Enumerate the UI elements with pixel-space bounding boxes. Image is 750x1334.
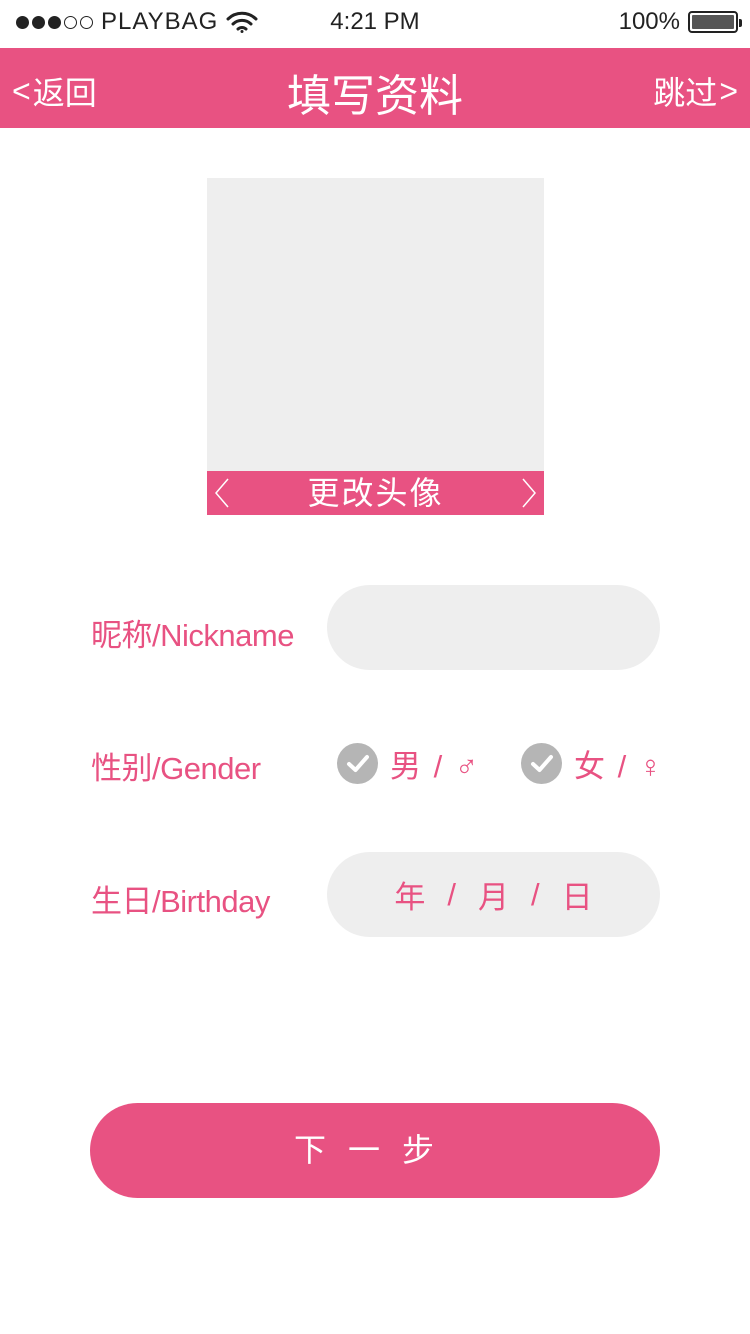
birthday-year: 年: [394, 880, 426, 915]
gender-female-label: 女 / ♀: [574, 749, 665, 784]
chevron-left-icon[interactable]: [213, 477, 231, 509]
birthday-month: 月: [478, 880, 509, 915]
checkmark-icon[interactable]: [337, 743, 378, 784]
nav-bar: < 返回 填写资料 跳过 >: [0, 48, 750, 128]
battery-percent: 100%: [618, 8, 680, 35]
birthday-separator: /: [531, 876, 540, 912]
birthday-day: 日: [561, 880, 593, 915]
battery-icon: [688, 11, 742, 33]
status-bar: PLAYBAG 4:21 PM 100%: [0, 0, 750, 48]
skip-button[interactable]: 跳过 >: [653, 68, 738, 114]
nickname-input[interactable]: [327, 585, 660, 670]
birthday-picker[interactable]: 年 / 月 / 日: [327, 852, 660, 937]
avatar-image[interactable]: 更改头像: [207, 178, 544, 515]
birthday-separator: /: [447, 876, 456, 912]
screen: PLAYBAG 4:21 PM 100% < 返回 填写资料 跳过 > 更改头像…: [0, 0, 750, 1334]
next-step-button[interactable]: 下一步: [90, 1103, 660, 1198]
chevron-right-icon: >: [719, 73, 738, 109]
change-avatar-button[interactable]: 更改头像: [207, 471, 544, 515]
gender-male-label: 男 / ♂: [390, 749, 481, 784]
skip-label: 跳过: [653, 75, 718, 111]
nickname-label: 昵称/Nickname: [91, 618, 294, 653]
status-right: 100%: [618, 8, 742, 36]
chevron-right-icon[interactable]: [520, 477, 538, 509]
battery-level: [692, 15, 734, 29]
gender-male-option[interactable]: 男 / ♂: [337, 741, 480, 786]
battery-cap: [739, 19, 742, 27]
checkmark-icon[interactable]: [521, 743, 562, 784]
birthday-label: 生日/Birthday: [91, 884, 270, 919]
gender-female-option[interactable]: 女 / ♀: [521, 741, 664, 786]
page-title: 填写资料: [287, 72, 463, 121]
change-avatar-label: 更改头像: [307, 475, 444, 511]
gender-label: 性别/Gender: [91, 751, 261, 786]
